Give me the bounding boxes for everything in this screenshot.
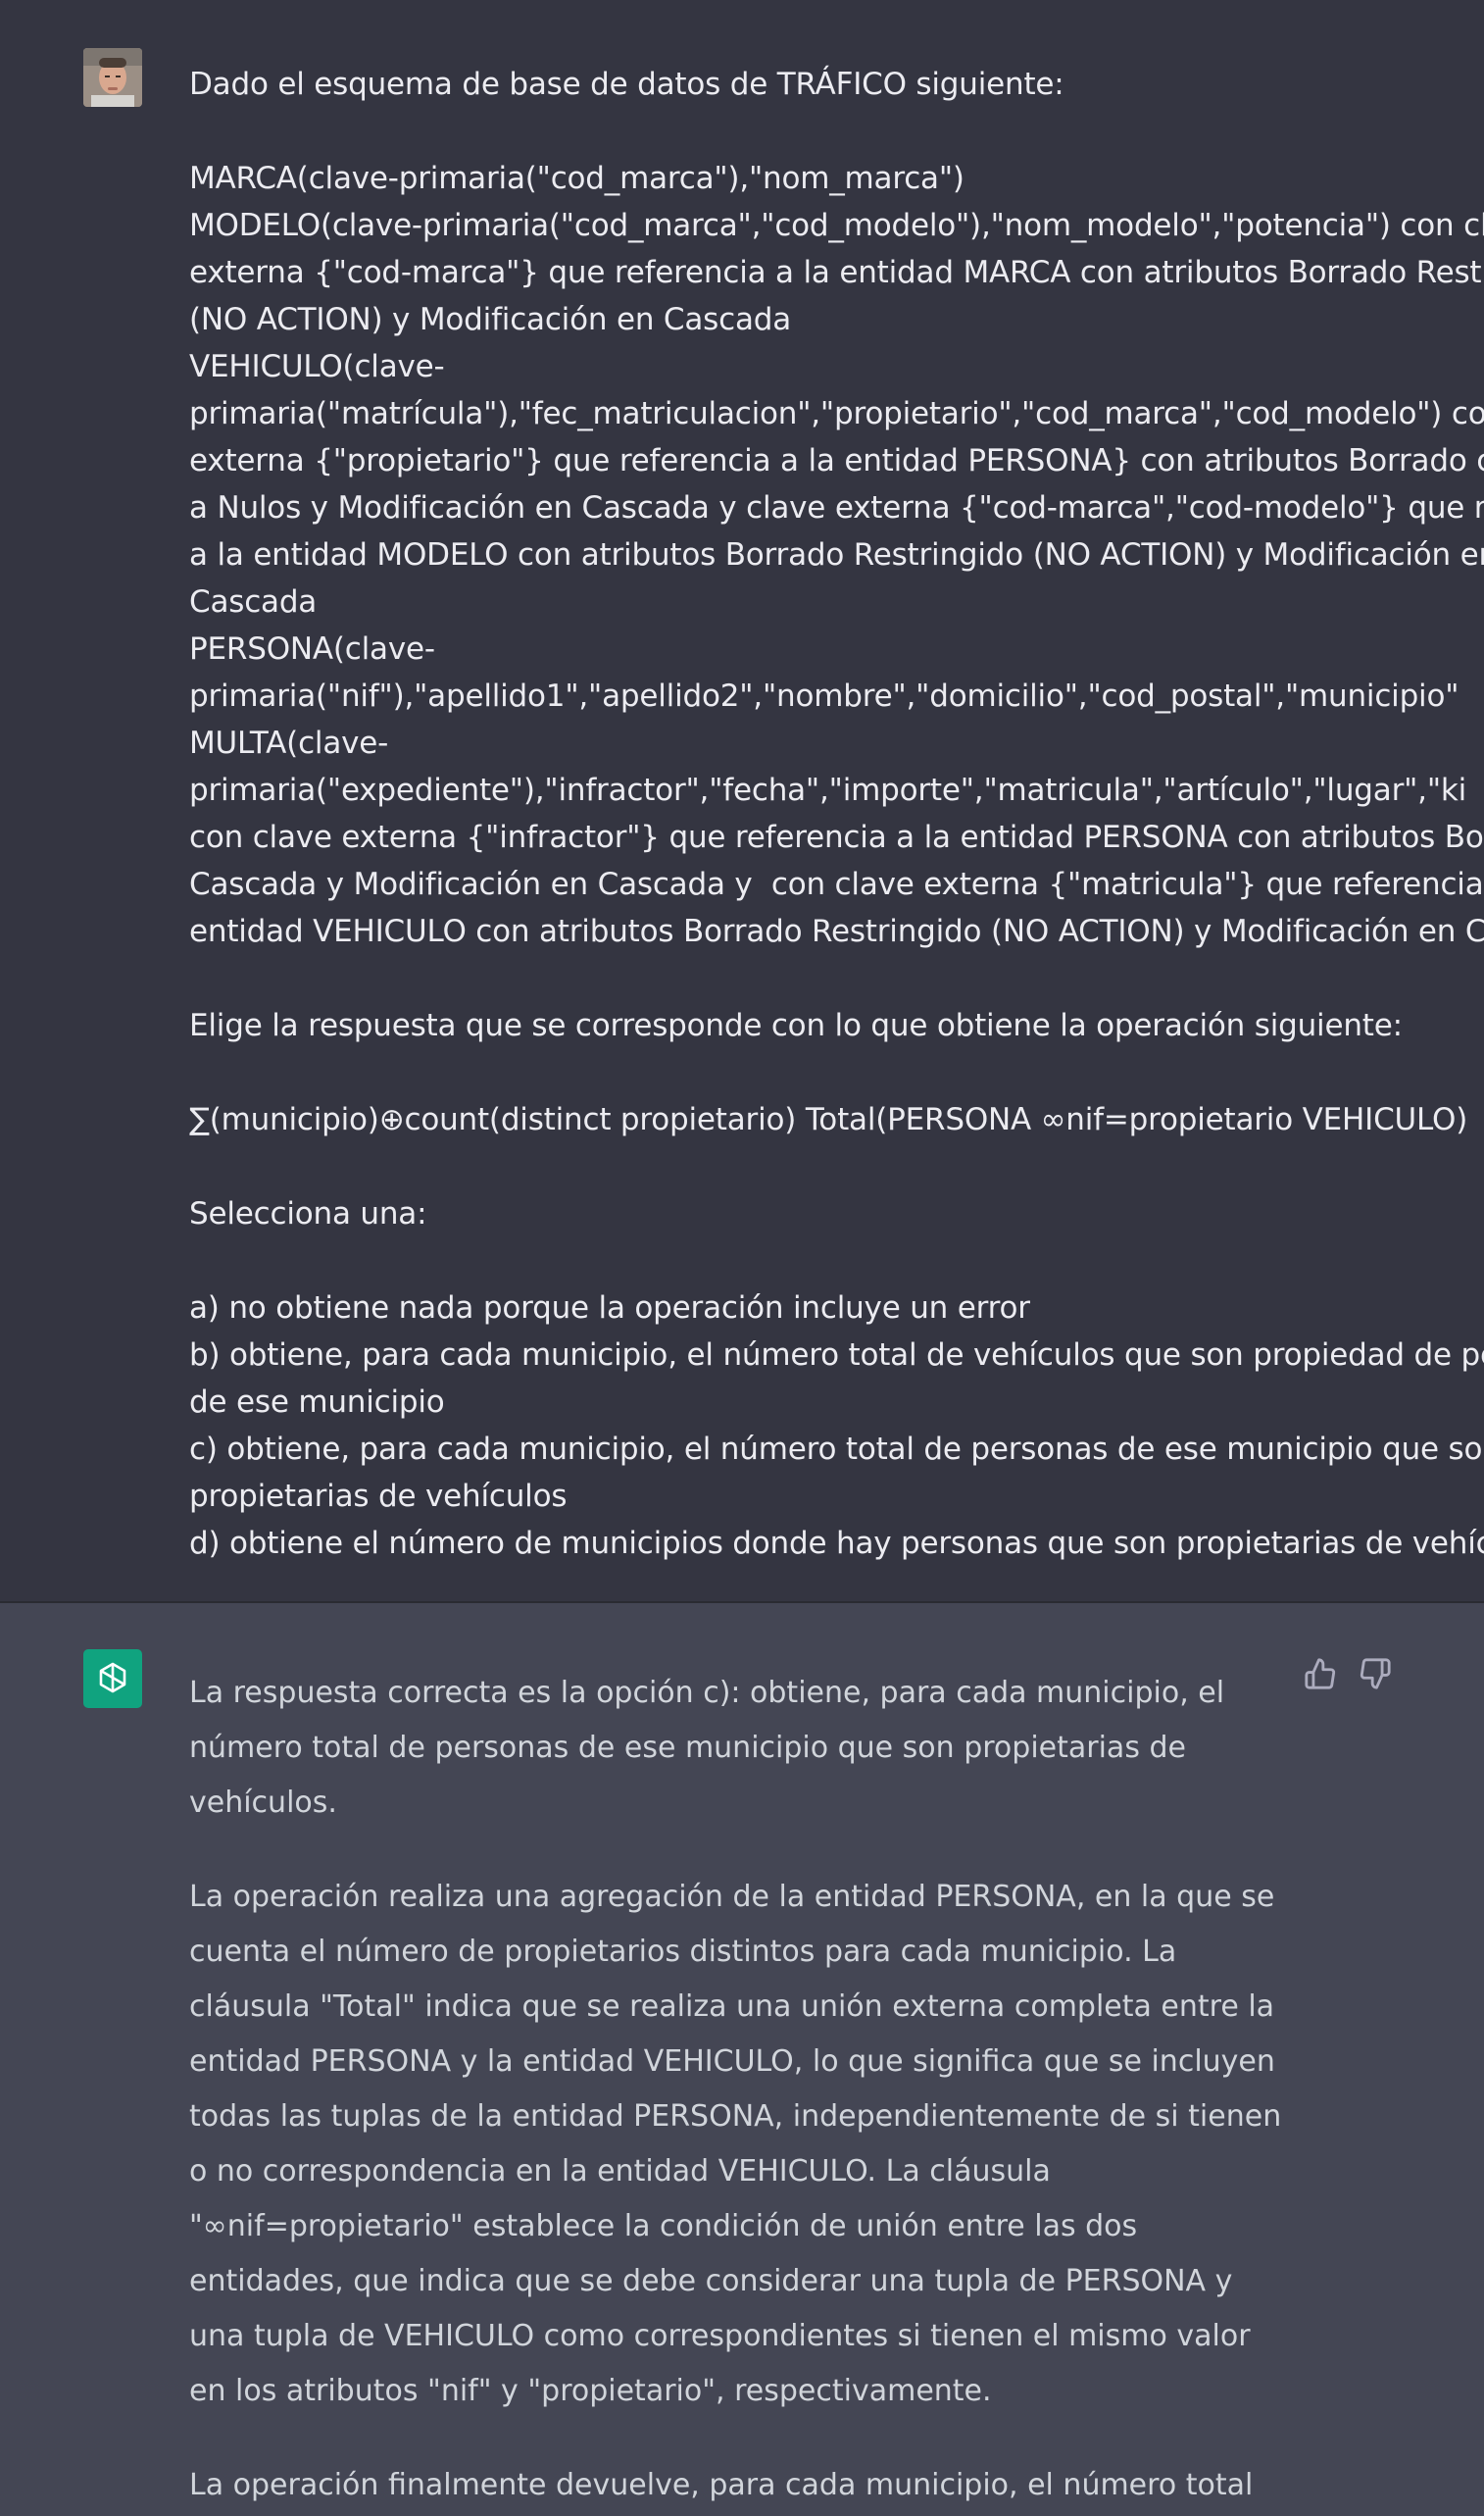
user-message-line: MULTA(clave-	[189, 726, 389, 761]
thumbs-up-icon[interactable]	[1304, 1657, 1337, 1690]
user-message-text: Dado el esquema de base de datos de TRÁF…	[189, 61, 1484, 1567]
user-message-line: Cascada y Modificación en Cascada y con …	[189, 867, 1484, 902]
assistant-paragraph: La respuesta correcta es la opción c): o…	[189, 1676, 1225, 1820]
user-message-line: b) obtiene, para cada municipio, el núme…	[189, 1337, 1484, 1373]
user-message-line: primaria("expediente"),"infractor","fech…	[189, 773, 1467, 808]
user-message-line: externa {"cod-marca"} que referencia a l…	[189, 255, 1484, 290]
user-message-line	[189, 108, 1484, 155]
user-avatar	[83, 48, 142, 107]
user-message-line: d) obtiene el número de municipios donde…	[189, 1526, 1484, 1561]
user-photo-icon	[83, 48, 142, 107]
thumbs-down-icon[interactable]	[1359, 1657, 1392, 1690]
openai-logo-icon	[99, 1662, 126, 1693]
assistant-avatar	[83, 1649, 142, 1708]
user-message-line: MARCA(clave-primaria("cod_marca"),"nom_m…	[189, 161, 965, 196]
user-message-line: primaria("nif"),"apellido1","apellido2",…	[189, 679, 1459, 714]
user-message-line: Cascada	[189, 584, 318, 620]
user-message-line	[189, 1143, 1484, 1190]
user-message-line	[189, 1237, 1484, 1284]
user-message: Dado el esquema de base de datos de TRÁF…	[0, 0, 1484, 1603]
user-message-line: ∑(municipio)⊕count(distinct propietario)…	[189, 1102, 1468, 1137]
user-message-line	[189, 955, 1484, 1002]
assistant-message-text: La respuesta correcta es la opción c): o…	[189, 1666, 1287, 2516]
user-message-line: MODELO(clave-primaria("cod_marca","cod_m…	[189, 208, 1484, 243]
user-message-line: Selecciona una:	[189, 1196, 427, 1232]
user-message-line: Dado el esquema de base de datos de TRÁF…	[189, 67, 1064, 102]
user-message-line: (NO ACTION) y Modificación en Cascada	[189, 302, 792, 337]
user-message-line: entidad VEHICULO con atributos Borrado R…	[189, 914, 1484, 949]
assistant-paragraph: La operación finalmente devuelve, para c…	[189, 2468, 1254, 2502]
user-message-line: a) no obtiene nada porque la operación i…	[189, 1290, 1030, 1326]
feedback-buttons	[1304, 1657, 1392, 1690]
user-message-line: de ese municipio	[189, 1384, 445, 1420]
user-message-line: a la entidad MODELO con atributos Borrad…	[189, 537, 1484, 573]
user-message-line	[189, 1049, 1484, 1096]
user-message-line: con clave externa {"infractor"} que refe…	[189, 820, 1484, 855]
user-message-line: VEHICULO(clave-	[189, 349, 445, 384]
user-message-line: c) obtiene, para cada municipio, el núme…	[189, 1432, 1484, 1467]
user-message-line: a Nulos y Modificación en Cascada y clav…	[189, 490, 1484, 526]
user-message-line: externa {"propietario"} que referencia a…	[189, 443, 1484, 478]
user-message-line: Elige la respuesta que se corresponde co…	[189, 1008, 1403, 1043]
user-message-line: primaria("matrícula"),"fec_matriculacion…	[189, 396, 1484, 431]
user-message-line: propietarias de vehículos	[189, 1479, 568, 1514]
user-message-line: PERSONA(clave-	[189, 631, 435, 667]
assistant-message: La respuesta correcta es la opción c): o…	[0, 1603, 1484, 2516]
assistant-paragraph: La operación realiza una agregación de l…	[189, 1880, 1282, 2408]
